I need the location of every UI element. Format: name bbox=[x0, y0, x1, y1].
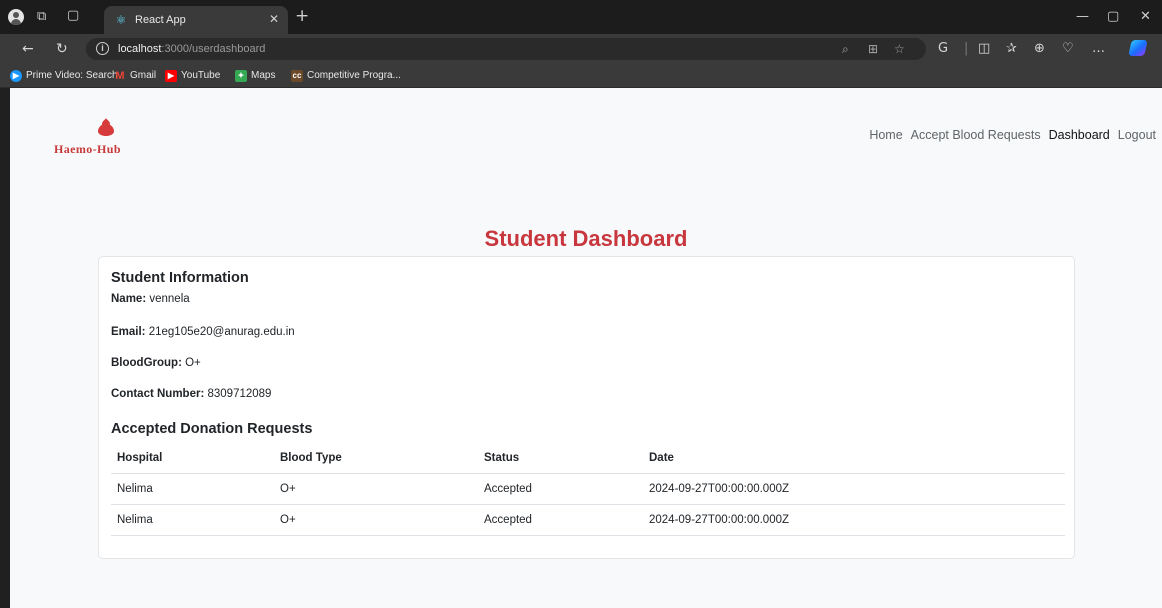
minimize-icon[interactable]: — bbox=[1076, 9, 1089, 25]
extensions-icon[interactable]: G bbox=[938, 41, 948, 57]
favorites-bar-icon[interactable]: ✰ bbox=[1006, 41, 1017, 57]
favorite-icon[interactable]: ☆ bbox=[894, 41, 905, 57]
bookmarks-bar: ▶ Prime Video: Search M Gmail ▶ YouTube … bbox=[0, 64, 1162, 88]
youtube-icon: ▶ bbox=[165, 70, 177, 82]
gmail-icon: M bbox=[115, 70, 125, 82]
student-contact-row: Contact Number: 8309712089 bbox=[111, 388, 272, 400]
student-info-heading: Student Information bbox=[111, 270, 249, 286]
browser-essentials-icon[interactable]: ♡ bbox=[1062, 41, 1074, 57]
read-aloud-icon[interactable]: ⌕ bbox=[842, 41, 849, 57]
col-status: Status bbox=[478, 443, 643, 474]
split-screen-icon[interactable]: ⊞ bbox=[868, 41, 878, 57]
blood-drop-logo-icon[interactable] bbox=[98, 124, 114, 136]
table-row: Nelima O+ Accepted 2024-09-27T00:00:00.0… bbox=[111, 504, 1065, 536]
collections-icon[interactable]: ⊕ bbox=[1034, 41, 1045, 57]
toolbar-separator: | bbox=[964, 41, 969, 56]
profile-icon[interactable] bbox=[8, 9, 24, 25]
tab-react-app[interactable]: ⚛ React App ✕ bbox=[104, 6, 288, 34]
cell-hospital: Nelima bbox=[111, 504, 274, 536]
app-header: Haemo-Hub Home Accept Blood Requests Das… bbox=[10, 88, 1162, 185]
student-blood-group-row: BloodGroup: O+ bbox=[111, 357, 201, 369]
cell-date: 2024-09-27T00:00:00.000Z bbox=[643, 473, 1065, 505]
cell-blood-type: O+ bbox=[274, 473, 478, 505]
student-name: vennela bbox=[149, 293, 190, 305]
logo-text[interactable]: Haemo-Hub bbox=[54, 142, 121, 157]
maps-icon: ✦ bbox=[235, 70, 247, 82]
refresh-icon[interactable]: ↻ bbox=[56, 41, 68, 57]
col-hospital: Hospital bbox=[111, 443, 274, 474]
app-root: Haemo-Hub Home Accept Blood Requests Das… bbox=[10, 88, 1162, 608]
back-icon[interactable]: ← bbox=[22, 41, 34, 57]
browser-tab-bar: ⧉ ▢ ⚛ React App ✕ + — ▢ ✕ bbox=[0, 0, 1162, 34]
nav-accept-blood-requests[interactable]: Accept Blood Requests bbox=[911, 127, 1041, 143]
table-row: Nelima O+ Accepted 2024-09-27T00:00:00.0… bbox=[111, 473, 1065, 505]
dashboard-card: Student Information Name: vennela Email:… bbox=[98, 256, 1075, 559]
student-contact: 8309712089 bbox=[207, 388, 272, 400]
tab-title: React App bbox=[135, 14, 186, 26]
maximize-icon[interactable]: ▢ bbox=[1107, 9, 1119, 25]
student-blood-group: O+ bbox=[185, 357, 201, 369]
competitive-programming-icon: cc bbox=[291, 70, 303, 82]
nav-home[interactable]: Home bbox=[869, 127, 902, 143]
bookmark-competitive-programming[interactable]: cc Competitive Progra... bbox=[291, 69, 401, 83]
bookmark-maps[interactable]: ✦ Maps bbox=[235, 69, 275, 83]
nav-dashboard[interactable]: Dashboard bbox=[1049, 127, 1110, 143]
main-nav: Home Accept Blood Requests Dashboard Log… bbox=[869, 127, 1156, 143]
prime-video-icon: ▶ bbox=[10, 70, 22, 82]
url-text[interactable]: localhost:3000/userdashboard bbox=[118, 42, 265, 56]
new-tab-icon[interactable]: + bbox=[295, 7, 309, 25]
close-tab-icon[interactable]: ✕ bbox=[269, 11, 279, 27]
bookmark-prime-video[interactable]: ▶ Prime Video: Search bbox=[10, 69, 118, 83]
address-bar[interactable]: i localhost:3000/userdashboard ⌕ ⊞ ☆ bbox=[86, 38, 926, 60]
workspaces-icon[interactable]: ⧉ bbox=[37, 9, 46, 25]
close-window-icon[interactable]: ✕ bbox=[1140, 9, 1151, 25]
react-favicon-icon: ⚛ bbox=[115, 13, 127, 27]
info-icon[interactable]: i bbox=[96, 42, 109, 55]
more-icon[interactable]: … bbox=[1092, 41, 1105, 57]
cell-status: Accepted bbox=[478, 473, 643, 505]
col-date: Date bbox=[643, 443, 1065, 474]
cell-date: 2024-09-27T00:00:00.000Z bbox=[643, 504, 1065, 536]
donations-table: Hospital Blood Type Status Date Nelima O… bbox=[111, 443, 1065, 536]
col-blood-type: Blood Type bbox=[274, 443, 478, 474]
tab-actions-icon[interactable]: ▢ bbox=[67, 8, 79, 24]
cell-hospital: Nelima bbox=[111, 473, 274, 505]
donations-heading: Accepted Donation Requests bbox=[111, 421, 313, 437]
table-header-row: Hospital Blood Type Status Date bbox=[111, 443, 1065, 474]
nav-logout[interactable]: Logout bbox=[1118, 127, 1156, 143]
cell-status: Accepted bbox=[478, 504, 643, 536]
student-email-row: Email: 21eg105e20@anurag.edu.in bbox=[111, 326, 295, 338]
bookmark-youtube[interactable]: ▶ YouTube bbox=[165, 69, 220, 83]
bookmark-gmail[interactable]: M Gmail bbox=[114, 69, 156, 83]
split-tab-icon[interactable]: ◫ bbox=[978, 41, 990, 57]
window-edge bbox=[0, 88, 10, 608]
student-name-row: Name: vennela bbox=[111, 293, 190, 305]
student-email: 21eg105e20@anurag.edu.in bbox=[148, 326, 295, 338]
page-title: Student Dashboard bbox=[484, 226, 688, 251]
cell-blood-type: O+ bbox=[274, 504, 478, 536]
